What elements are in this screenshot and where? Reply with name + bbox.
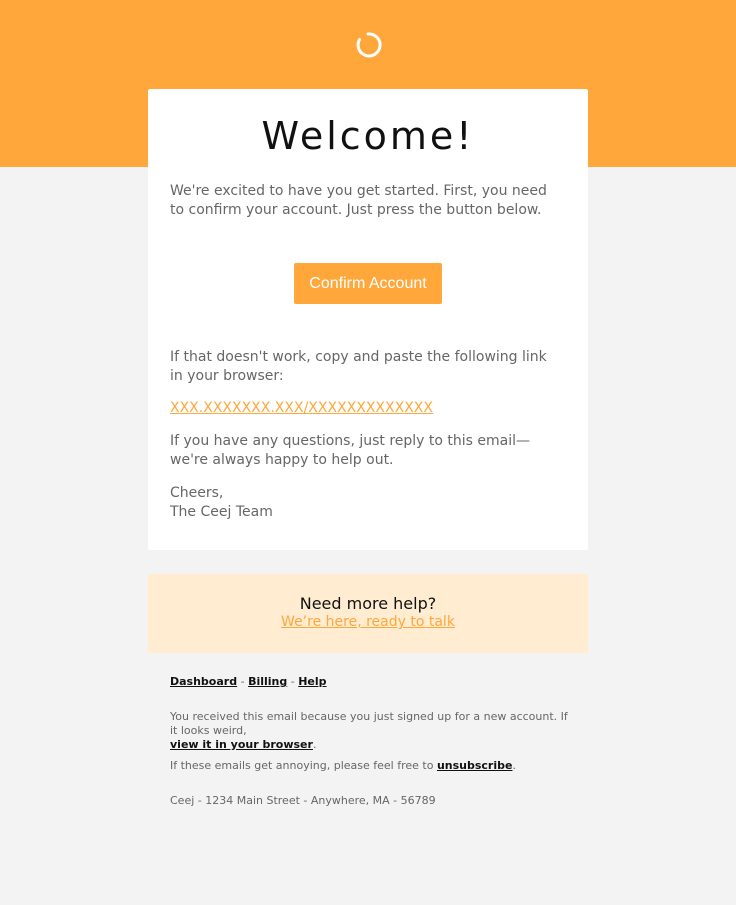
intro-text: We're excited to have you get started. F… xyxy=(170,183,547,218)
questions-text: If you have any questions, just reply to… xyxy=(170,433,531,468)
confirm-account-button[interactable]: Confirm Account xyxy=(294,263,442,304)
help-link-container: We’re here, ready to talk xyxy=(148,613,588,631)
footer-reason: You received this email because you just… xyxy=(170,710,570,752)
footer-link-billing[interactable]: Billing xyxy=(248,675,287,688)
footer-separator: - xyxy=(287,675,299,688)
confirmation-link[interactable]: XXX.XXXXXXX.XXX/XXXXXXXXXXXXX xyxy=(170,399,433,418)
footer-unsubscribe-text: If these emails get annoying, please fee… xyxy=(170,759,434,772)
footer-unsubscribe: If these emails get annoying, please fee… xyxy=(170,759,570,773)
footer-separator: - xyxy=(237,675,249,688)
fallback-text: If that doesn't work, copy and paste the… xyxy=(170,349,547,384)
footer-link-help[interactable]: Help xyxy=(298,675,326,688)
contact-support-link[interactable]: We’re here, ready to talk xyxy=(281,614,455,630)
footer-period: . xyxy=(312,738,317,751)
signoff-text: Cheers, xyxy=(170,485,224,501)
footer-nav: Dashboard - Billing - Help xyxy=(170,675,327,689)
footer-link-dashboard[interactable]: Dashboard xyxy=(170,675,237,688)
page-title: Welcome! xyxy=(261,114,475,158)
footer-address: Ceej - 1234 Main Street - Anywhere, MA -… xyxy=(170,794,436,807)
view-in-browser-link[interactable]: view it in your browser xyxy=(170,738,313,751)
footer-reason-text: You received this email because you just… xyxy=(170,710,568,737)
footer-period: . xyxy=(512,759,516,772)
unsubscribe-link[interactable]: unsubscribe xyxy=(437,759,513,772)
spinner-ring-icon xyxy=(356,32,382,58)
signature-text: The Ceej Team xyxy=(170,504,273,520)
help-title: Need more help? xyxy=(299,594,437,613)
